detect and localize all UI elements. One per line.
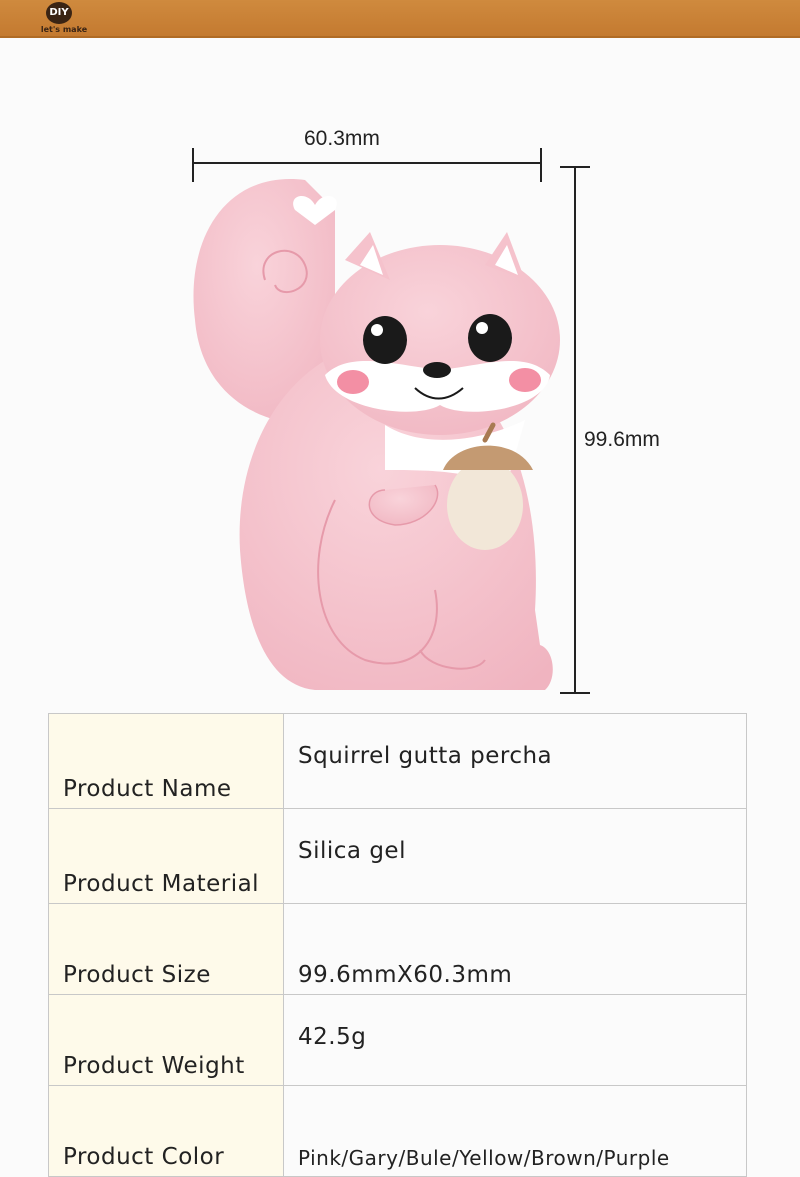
logo-badge: DIY	[46, 2, 72, 24]
spec-label: Product Weight	[48, 994, 284, 1086]
spec-row-size: Product Size 99.6mmX60.3mm	[48, 903, 747, 995]
height-dimension-cap-top	[560, 166, 590, 168]
height-dimension-line	[574, 167, 576, 693]
top-banner: DIY let's make	[0, 0, 800, 38]
spec-label: Product Name	[48, 713, 284, 809]
spec-label: Product Material	[48, 808, 284, 904]
spec-value: 99.6mmX60.3mm	[283, 903, 747, 995]
width-dimension-label: 60.3mm	[304, 127, 380, 150]
spec-row-color: Product Color Pink/Gary/Bule/Yellow/Brow…	[48, 1085, 747, 1177]
brand-logo[interactable]: DIY let's make	[36, 0, 92, 36]
spec-row-name: Product Name Squirrel gutta percha	[48, 713, 747, 809]
squirrel-teether-image	[193, 179, 560, 690]
spec-row-material: Product Material Silica gel	[48, 808, 747, 904]
height-dimension-label: 99.6mm	[584, 428, 660, 451]
spec-row-weight: Product Weight 42.5g	[48, 994, 747, 1086]
height-dimension-cap-bottom	[560, 692, 590, 694]
spec-value: Silica gel	[283, 808, 747, 904]
spec-value: Pink/Gary/Bule/Yellow/Brown/Purple	[283, 1085, 747, 1177]
spec-label: Product Color	[48, 1085, 284, 1177]
logo-text: let's make	[40, 25, 88, 34]
spec-value: 42.5g	[283, 994, 747, 1086]
spec-value: Squirrel gutta percha	[283, 713, 747, 809]
width-dimension-line	[193, 162, 541, 164]
product-specs-table: Product Name Squirrel gutta percha Produ…	[48, 713, 747, 1177]
spec-label: Product Size	[48, 903, 284, 995]
